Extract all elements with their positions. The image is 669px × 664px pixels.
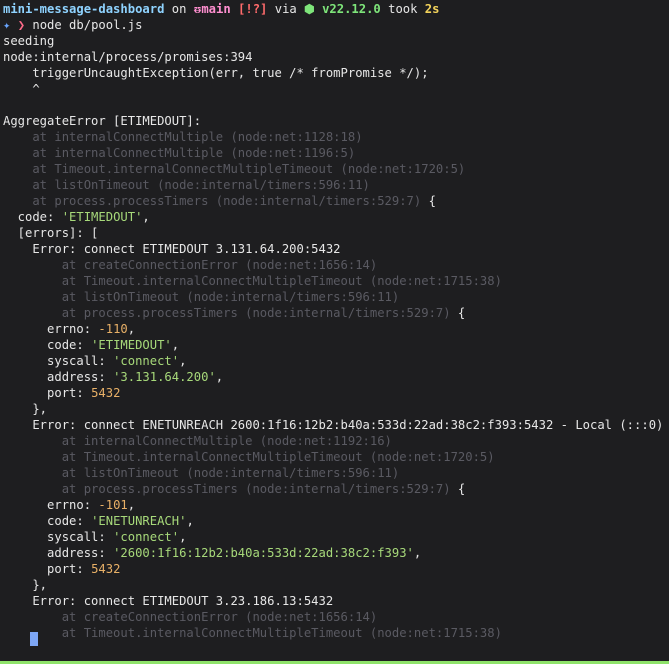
- errno-property: errno: -110,: [3, 321, 669, 337]
- syscall-property: syscall: 'connect',: [3, 529, 669, 545]
- command-line: ✦ ❯ node db/pool.js: [3, 17, 669, 33]
- comma: ,: [179, 530, 187, 544]
- comma: ,: [186, 514, 194, 528]
- aggregate-error-header: AggregateError [ETIMEDOUT]:: [3, 114, 202, 128]
- property-key: errno:: [3, 498, 99, 512]
- stack-frame: at listOnTimeout (node:internal/timers:5…: [3, 178, 370, 192]
- prompt-via: via: [267, 2, 305, 16]
- property-value: 'connect': [113, 354, 180, 368]
- object-close: },: [3, 402, 48, 416]
- terminal-output[interactable]: mini-message-dashboard on ᵿmain [!?] via…: [3, 1, 669, 641]
- stack-frame: at createConnectionError (node:net:1656:…: [3, 258, 378, 272]
- property-key: address:: [3, 370, 114, 384]
- property-key: errno:: [3, 322, 99, 336]
- prompt-git-status: [!?]: [238, 2, 268, 16]
- prompt-line: mini-message-dashboard on ᵿmain [!?] via…: [3, 1, 669, 17]
- stack-frame: at Timeout.internalConnectMultipleTimeou…: [3, 274, 502, 288]
- code-property: code: 'ENETUNREACH',: [3, 513, 669, 529]
- property-key: syscall:: [3, 530, 114, 544]
- port-property: port: 5432: [3, 385, 669, 401]
- stack-frame: at process.processTimers (node:internal/…: [3, 194, 422, 208]
- comma: ,: [127, 322, 136, 336]
- comma: ,: [127, 498, 136, 512]
- property-value: 'ENETUNREACH': [91, 514, 187, 528]
- stack-frame-last: at process.processTimers (node:internal/…: [3, 305, 669, 321]
- nodejs-icon: ⬢: [304, 2, 315, 16]
- output-line: seeding: [3, 34, 55, 48]
- property-value: 5432: [91, 386, 121, 400]
- prompt-on: on: [164, 2, 194, 16]
- stack-frame: at process.processTimers (node:internal/…: [3, 482, 451, 496]
- property-value: 'connect': [113, 530, 180, 544]
- prompt-node-version: v22.12.0: [322, 2, 381, 16]
- code-property: code: 'ETIMEDOUT',: [3, 337, 669, 353]
- open-brace: {: [421, 194, 436, 208]
- syscall-property: syscall: 'connect',: [3, 353, 669, 369]
- property-key: address:: [3, 546, 114, 560]
- stack-frame: at listOnTimeout (node:internal/timers:5…: [3, 466, 400, 480]
- stack-frame: at Timeout.internalConnectMultipleTimeou…: [3, 162, 466, 176]
- property-value: -110: [98, 322, 128, 336]
- prompt-duration: 2s: [424, 2, 440, 16]
- property-key: port:: [3, 562, 92, 576]
- property-key: port:: [3, 386, 92, 400]
- port-property: port: 5432: [3, 561, 669, 577]
- property-key: code:: [3, 514, 92, 528]
- command-text: node db/pool.js: [32, 18, 143, 32]
- property-value: '2600:1f16:12b2:b40a:533d:22ad:38c2:f393…: [113, 546, 414, 560]
- property-value: 'ETIMEDOUT': [61, 210, 143, 224]
- address-property: address: '2600:1f16:12b2:b40a:533d:22ad:…: [3, 545, 669, 561]
- property-value: 5432: [91, 562, 121, 576]
- code-property: code: 'ETIMEDOUT',: [3, 209, 669, 225]
- property-value: 'ETIMEDOUT': [91, 338, 172, 352]
- prompt-branch: main: [201, 2, 231, 16]
- errno-property: errno: -101,: [3, 497, 669, 513]
- address-property: address: '3.131.64.200',: [3, 369, 669, 385]
- prompt-arrow-icon: ❯: [17, 18, 26, 32]
- property-value: -101: [98, 498, 128, 512]
- object-close: },: [3, 578, 48, 592]
- property-value: '3.131.64.200': [113, 370, 216, 384]
- stack-frame: at Timeout.internalConnectMultipleTimeou…: [3, 626, 502, 640]
- comma: ,: [179, 354, 187, 368]
- prompt-took-label: took: [380, 2, 425, 16]
- stack-frame: at Timeout.internalConnectMultipleTimeou…: [3, 450, 495, 464]
- comma: ,: [215, 370, 224, 384]
- output-line: triggerUncaughtException(err, true /* fr…: [3, 66, 429, 80]
- stack-frame-last: at process.processTimers (node:internal/…: [3, 193, 669, 209]
- property-key: code:: [3, 210, 62, 224]
- comma: ,: [171, 338, 180, 352]
- error-header: Error: connect ETIMEDOUT 3.23.186.13:543…: [3, 594, 334, 608]
- stack-frame: at internalConnectMultiple (node:net:119…: [3, 146, 356, 160]
- property-key: code:: [3, 338, 92, 352]
- prompt-directory: mini-message-dashboard: [3, 2, 165, 16]
- error-header: Error: connect ENETUNREACH 2600:1f16:12b…: [3, 418, 664, 432]
- open-brace: {: [450, 482, 466, 496]
- stack-frame: at internalConnectMultiple (node:net:112…: [3, 130, 363, 144]
- output-line: node:internal/process/promises:394: [3, 50, 253, 64]
- property-key: syscall:: [3, 354, 114, 368]
- comma: ,: [413, 546, 422, 560]
- stack-frame: at listOnTimeout (node:internal/timers:5…: [3, 290, 400, 304]
- stack-frame-last: at process.processTimers (node:internal/…: [3, 481, 669, 497]
- error-header: Error: connect ETIMEDOUT 3.131.64.200:54…: [3, 242, 341, 256]
- stack-frame: at process.processTimers (node:internal/…: [3, 306, 451, 320]
- open-brace: {: [450, 306, 466, 320]
- comma: ,: [142, 210, 150, 224]
- prompt-star-icon: ✦: [3, 18, 11, 32]
- errors-array-open: [errors]: [: [3, 226, 99, 240]
- stack-frame: at createConnectionError (node:net:1656:…: [3, 610, 378, 624]
- output-line: ^: [3, 82, 40, 96]
- stack-frame: at internalConnectMultiple (node:net:119…: [3, 434, 392, 448]
- terminal-cursor: [30, 632, 38, 646]
